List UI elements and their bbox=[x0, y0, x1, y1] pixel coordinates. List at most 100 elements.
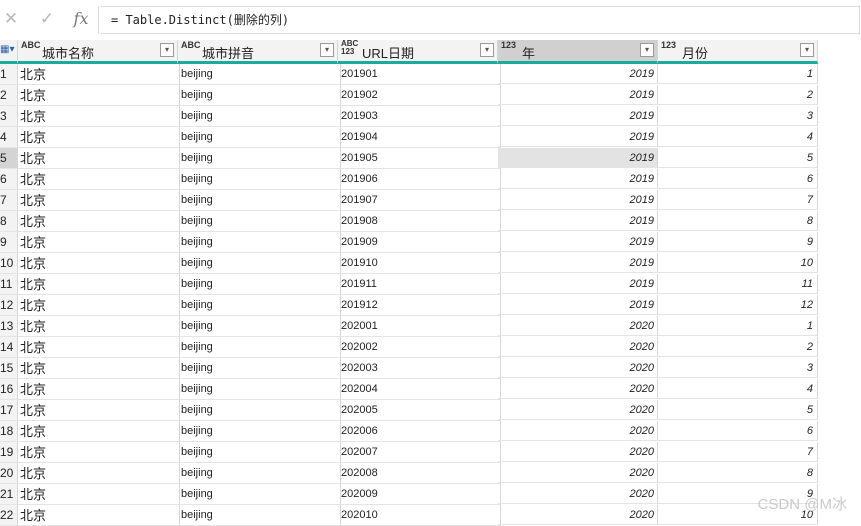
table-cell[interactable]: beijing bbox=[178, 421, 341, 442]
table-row[interactable]: 1 北京 beijing 201901 2019 1 bbox=[0, 64, 818, 85]
table-cell[interactable]: 201911 bbox=[338, 274, 501, 295]
table-cell[interactable]: 7 bbox=[658, 442, 818, 462]
table-row[interactable]: 18 北京 beijing 202006 2020 6 bbox=[0, 421, 818, 442]
table-cell[interactable]: 8 bbox=[658, 463, 818, 483]
table-cell[interactable]: 北京 bbox=[18, 253, 180, 274]
table-menu-icon[interactable]: ▦▾ bbox=[0, 40, 18, 64]
table-cell[interactable]: 北京 bbox=[18, 295, 180, 316]
table-cell[interactable]: 202001 bbox=[338, 316, 501, 337]
table-cell[interactable]: 1 bbox=[658, 316, 818, 336]
table-cell[interactable]: beijing bbox=[178, 148, 341, 169]
table-row[interactable]: 10 北京 beijing 201910 2019 10 bbox=[0, 253, 818, 274]
table-cell[interactable]: 北京 bbox=[18, 127, 180, 148]
table-cell[interactable]: 11 bbox=[658, 274, 818, 294]
table-cell[interactable]: 10 bbox=[658, 253, 818, 273]
table-row[interactable]: 2 北京 beijing 201902 2019 2 bbox=[0, 85, 818, 106]
filter-dropdown-icon[interactable]: ▾ bbox=[800, 43, 814, 57]
table-cell[interactable]: 201909 bbox=[338, 232, 501, 253]
table-cell[interactable]: 201904 bbox=[338, 127, 501, 148]
filter-dropdown-icon[interactable]: ▾ bbox=[640, 43, 654, 57]
table-cell[interactable]: 北京 bbox=[18, 190, 180, 211]
table-cell[interactable]: 2019 bbox=[498, 295, 658, 315]
table-cell[interactable]: 2020 bbox=[498, 379, 658, 399]
table-row[interactable]: 6 北京 beijing 201906 2019 6 bbox=[0, 169, 818, 190]
table-cell[interactable]: 8 bbox=[658, 211, 818, 231]
table-cell[interactable]: 北京 bbox=[18, 64, 180, 85]
table-cell[interactable]: 2019 bbox=[498, 106, 658, 126]
column-header[interactable]: 123 年 ▾ bbox=[498, 40, 658, 64]
table-cell[interactable]: beijing bbox=[178, 379, 341, 400]
column-header[interactable]: ABC 城市拼音 ▾ bbox=[178, 40, 338, 64]
table-cell[interactable]: 2019 bbox=[498, 85, 658, 105]
table-row[interactable]: 9 北京 beijing 201909 2019 9 bbox=[0, 232, 818, 253]
filter-dropdown-icon[interactable]: ▾ bbox=[480, 43, 494, 57]
column-header[interactable]: 123 月份 ▾ bbox=[658, 40, 818, 64]
table-cell[interactable]: 202007 bbox=[338, 442, 501, 463]
table-cell[interactable]: 201907 bbox=[338, 190, 501, 211]
table-cell[interactable]: 2 bbox=[658, 85, 818, 105]
table-cell[interactable]: 2020 bbox=[498, 505, 658, 525]
table-cell[interactable]: 2019 bbox=[498, 148, 658, 168]
table-cell[interactable]: beijing bbox=[178, 463, 341, 484]
table-cell[interactable]: 6 bbox=[658, 421, 818, 441]
table-cell[interactable]: 201912 bbox=[338, 295, 501, 316]
filter-dropdown-icon[interactable]: ▾ bbox=[320, 43, 334, 57]
table-cell[interactable]: beijing bbox=[178, 211, 341, 232]
table-cell[interactable]: 北京 bbox=[18, 505, 180, 526]
table-cell[interactable]: beijing bbox=[178, 484, 341, 505]
table-row[interactable]: 16 北京 beijing 202004 2020 4 bbox=[0, 379, 818, 400]
table-cell[interactable]: 北京 bbox=[18, 274, 180, 295]
table-row[interactable]: 5 北京 beijing 201905 2019 5 bbox=[0, 148, 818, 169]
table-cell[interactable]: 北京 bbox=[18, 148, 180, 169]
table-cell[interactable]: 9 bbox=[658, 232, 818, 252]
table-cell[interactable]: 北京 bbox=[18, 211, 180, 232]
table-cell[interactable]: 2020 bbox=[498, 316, 658, 336]
table-cell[interactable]: 2019 bbox=[498, 190, 658, 210]
table-row[interactable]: 13 北京 beijing 202001 2020 1 bbox=[0, 316, 818, 337]
table-row[interactable]: 8 北京 beijing 201908 2019 8 bbox=[0, 211, 818, 232]
table-cell[interactable]: 202003 bbox=[338, 358, 501, 379]
table-cell[interactable]: beijing bbox=[178, 253, 341, 274]
table-cell[interactable]: 5 bbox=[658, 148, 818, 168]
table-cell[interactable]: 6 bbox=[658, 169, 818, 189]
table-cell[interactable]: beijing bbox=[178, 337, 341, 358]
table-cell[interactable]: 北京 bbox=[18, 232, 180, 253]
table-cell[interactable]: beijing bbox=[178, 295, 341, 316]
fx-icon[interactable]: fx bbox=[70, 8, 92, 30]
table-cell[interactable]: 2020 bbox=[498, 463, 658, 483]
table-cell[interactable]: 北京 bbox=[18, 379, 180, 400]
column-type-icon[interactable]: ABC bbox=[181, 41, 201, 50]
table-cell[interactable]: 2019 bbox=[498, 211, 658, 231]
table-cell[interactable]: 北京 bbox=[18, 106, 180, 127]
table-cell[interactable]: beijing bbox=[178, 358, 341, 379]
table-cell[interactable]: 北京 bbox=[18, 169, 180, 190]
table-row[interactable]: 4 北京 beijing 201904 2019 4 bbox=[0, 127, 818, 148]
table-cell[interactable]: beijing bbox=[178, 64, 341, 85]
table-cell[interactable]: beijing bbox=[178, 127, 341, 148]
table-cell[interactable]: 4 bbox=[658, 379, 818, 399]
table-cell[interactable]: 2019 bbox=[498, 274, 658, 294]
table-cell[interactable]: 2019 bbox=[498, 232, 658, 252]
table-cell[interactable]: 2019 bbox=[498, 127, 658, 147]
table-cell[interactable]: 2019 bbox=[498, 64, 658, 84]
table-row[interactable]: 17 北京 beijing 202005 2020 5 bbox=[0, 400, 818, 421]
table-cell[interactable]: 2019 bbox=[498, 169, 658, 189]
table-cell[interactable]: beijing bbox=[178, 400, 341, 421]
table-cell[interactable]: 1 bbox=[658, 64, 818, 84]
table-cell[interactable]: beijing bbox=[178, 316, 341, 337]
table-cell[interactable]: 2 bbox=[658, 337, 818, 357]
table-cell[interactable]: 3 bbox=[658, 106, 818, 126]
table-cell[interactable]: 3 bbox=[658, 358, 818, 378]
table-cell[interactable]: 2020 bbox=[498, 400, 658, 420]
table-cell[interactable]: 北京 bbox=[18, 463, 180, 484]
table-cell[interactable]: 201902 bbox=[338, 85, 501, 106]
table-cell[interactable]: 2020 bbox=[498, 442, 658, 462]
table-cell[interactable]: 北京 bbox=[18, 421, 180, 442]
table-cell[interactable]: 北京 bbox=[18, 400, 180, 421]
table-cell[interactable]: 202008 bbox=[338, 463, 501, 484]
table-row[interactable]: 14 北京 beijing 202002 2020 2 bbox=[0, 337, 818, 358]
column-type-icon[interactable]: 123 bbox=[661, 41, 676, 50]
table-cell[interactable]: 201908 bbox=[338, 211, 501, 232]
column-type-icon[interactable]: 123 bbox=[501, 41, 516, 50]
table-row[interactable]: 15 北京 beijing 202003 2020 3 bbox=[0, 358, 818, 379]
